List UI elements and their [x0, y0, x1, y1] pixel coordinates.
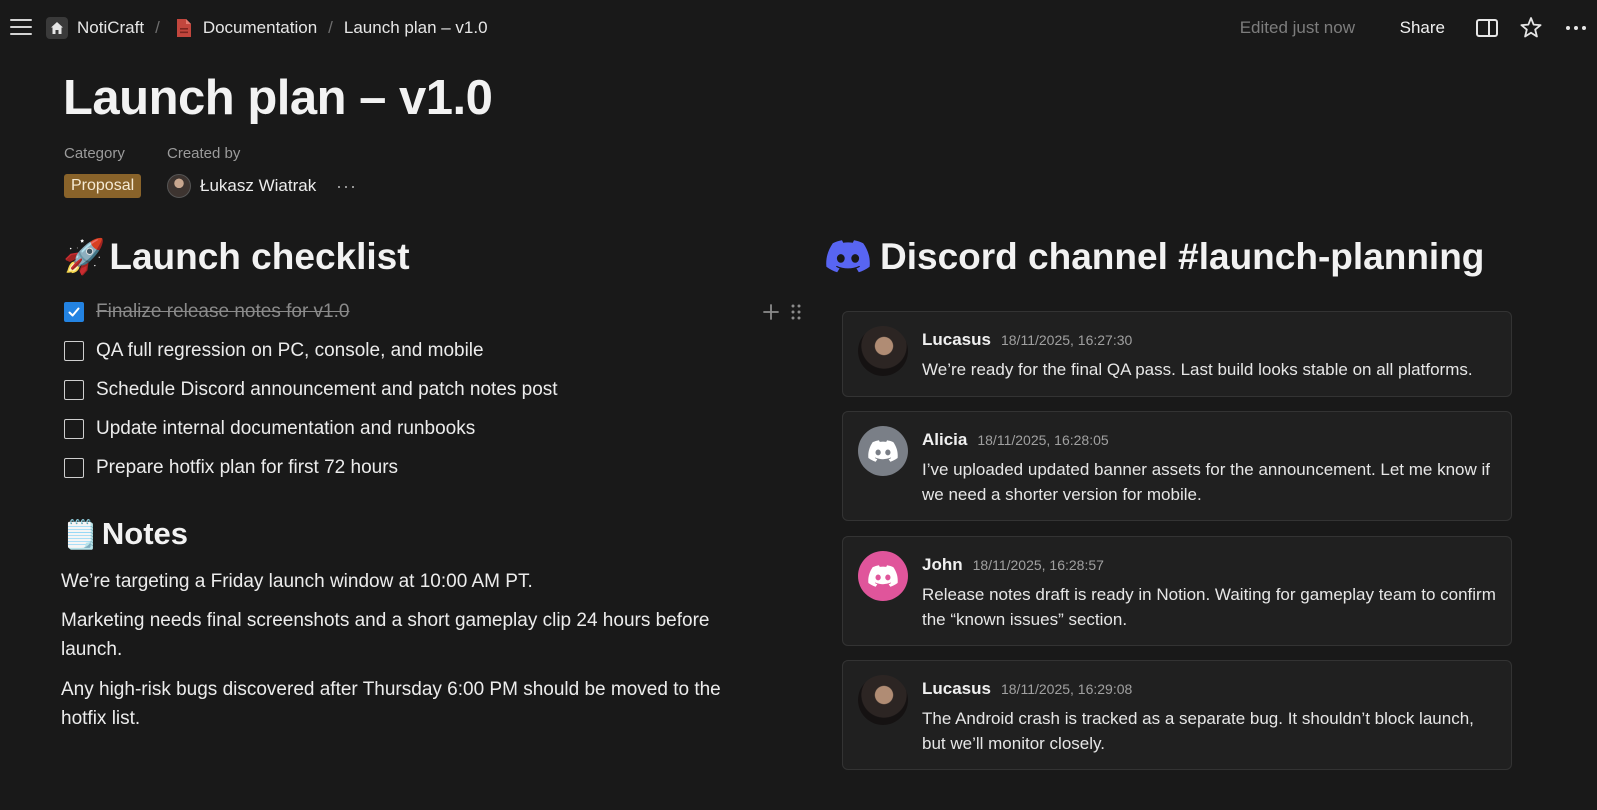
category-tag[interactable]: Proposal: [64, 174, 142, 198]
drag-handle-icon[interactable]: [790, 303, 802, 321]
avatar: [167, 174, 191, 198]
breadcrumb-documentation-label: Documentation: [202, 18, 318, 37]
created-by-name: Łukasz Wiatrak: [200, 176, 317, 195]
discord-message[interactable]: Lucasus 18/11/2025, 16:27:30 We’re ready…: [842, 311, 1512, 397]
notes-heading[interactable]: 🗒️ Notes: [63, 516, 188, 552]
notes-heading-text: Notes: [101, 516, 189, 551]
discord-logo-icon: [868, 439, 898, 462]
message-timestamp: 18/11/2025, 16:28:57: [972, 557, 1104, 573]
discord-message[interactable]: John 18/11/2025, 16:28:57 Release notes …: [842, 536, 1512, 646]
created-by-property-label[interactable]: Created by: [167, 145, 240, 162]
message-text: We’re ready for the final QA pass. Last …: [922, 360, 1473, 379]
message-author: John: [922, 555, 963, 574]
checklist-item[interactable]: QA full regression on PC, console, and m…: [64, 338, 484, 364]
discord-message[interactable]: Alicia 18/11/2025, 16:28:05 I’ve uploade…: [842, 411, 1512, 521]
checklist-item-label: Update internal documentation and runboo…: [96, 418, 476, 439]
checkbox[interactable]: [64, 341, 84, 361]
message-header: John 18/11/2025, 16:28:57: [922, 555, 1104, 575]
plus-icon[interactable]: [762, 303, 780, 321]
message-text: The Android crash is tracked as a separa…: [922, 709, 1474, 753]
checkbox[interactable]: [64, 419, 84, 439]
breadcrumb: NotiCraft / Documentation / Launch plan …: [46, 16, 488, 40]
share-button[interactable]: Share: [1400, 18, 1445, 38]
breadcrumb-workspace[interactable]: NotiCraft: [46, 17, 144, 39]
home-icon: [46, 17, 68, 39]
check-icon: [68, 307, 80, 317]
menu-icon[interactable]: [10, 18, 32, 36]
discord-logo-icon: [868, 564, 898, 587]
breadcrumb-separator: /: [155, 18, 160, 37]
breadcrumb-workspace-label: NotiCraft: [77, 18, 145, 37]
discord-heading[interactable]: Discord channel #launch-planning: [826, 236, 1484, 278]
notepad-icon: 🗒️: [63, 518, 98, 550]
message-timestamp: 18/11/2025, 16:28:05: [977, 432, 1109, 448]
message-text: I’ve uploaded updated banner assets for …: [922, 460, 1490, 504]
note-paragraph[interactable]: Any high-risk bugs discovered after Thur…: [61, 675, 751, 733]
avatar: [858, 426, 908, 476]
note-paragraph[interactable]: We’re targeting a Friday launch window a…: [61, 567, 751, 596]
breadcrumb-separator: /: [328, 18, 333, 37]
star-icon[interactable]: [1518, 15, 1544, 41]
top-bar: NotiCraft / Documentation / Launch plan …: [0, 0, 1597, 56]
edited-status: Edited just now: [1239, 18, 1355, 37]
sidebar-panel-icon[interactable]: [1474, 15, 1500, 41]
checklist-item[interactable]: Prepare hotfix plan for first 72 hours: [64, 455, 398, 481]
checklist-heading-text: Launch checklist: [109, 236, 410, 277]
avatar: [858, 675, 908, 725]
message-header: Alicia 18/11/2025, 16:28:05: [922, 430, 1109, 450]
block-tools: [762, 303, 802, 321]
discord-heading-text: Discord channel #launch-planning: [880, 236, 1485, 277]
more-icon[interactable]: [1563, 15, 1589, 41]
page-title[interactable]: Launch plan – v1.0: [63, 70, 493, 126]
message-header: Lucasus 18/11/2025, 16:29:08: [922, 679, 1132, 699]
more-properties-icon[interactable]: ···: [336, 176, 357, 197]
message-text: Release notes draft is ready in Notion. …: [922, 585, 1496, 629]
checklist-item[interactable]: Schedule Discord announcement and patch …: [64, 377, 558, 403]
rocket-icon: 🚀: [63, 238, 106, 276]
avatar: [858, 551, 908, 601]
discord-message[interactable]: Lucasus 18/11/2025, 16:29:08 The Android…: [842, 660, 1512, 770]
message-author: Alicia: [922, 430, 968, 449]
created-by-person[interactable]: Łukasz Wiatrak: [167, 174, 316, 198]
checklist-item[interactable]: Finalize release notes for v1.0: [64, 299, 349, 325]
checkbox-checked[interactable]: [64, 302, 84, 322]
breadcrumb-documentation[interactable]: Documentation: [171, 18, 317, 38]
checklist-item[interactable]: Update internal documentation and runboo…: [64, 416, 475, 442]
checklist-item-label: Finalize release notes for v1.0: [96, 301, 350, 322]
discord-logo-icon: [826, 240, 870, 273]
checkbox[interactable]: [64, 458, 84, 478]
document-icon: [176, 19, 191, 37]
breadcrumb-current-page[interactable]: Launch plan – v1.0: [344, 18, 488, 38]
checklist-item-label: Prepare hotfix plan for first 72 hours: [96, 457, 399, 478]
avatar: [858, 326, 908, 376]
checklist-item-label: Schedule Discord announcement and patch …: [96, 379, 558, 400]
checkbox[interactable]: [64, 380, 84, 400]
message-header: Lucasus 18/11/2025, 16:27:30: [922, 330, 1132, 350]
message-timestamp: 18/11/2025, 16:29:08: [1000, 681, 1133, 697]
message-timestamp: 18/11/2025, 16:27:30: [1000, 332, 1133, 348]
note-paragraph[interactable]: Marketing needs final screenshots and a …: [61, 606, 751, 664]
message-author: Lucasus: [922, 679, 991, 698]
checklist-heading[interactable]: 🚀 Launch checklist: [63, 236, 410, 278]
message-author: Lucasus: [922, 330, 991, 349]
checklist-item-label: QA full regression on PC, console, and m…: [96, 340, 484, 361]
category-property-label[interactable]: Category: [64, 145, 125, 162]
